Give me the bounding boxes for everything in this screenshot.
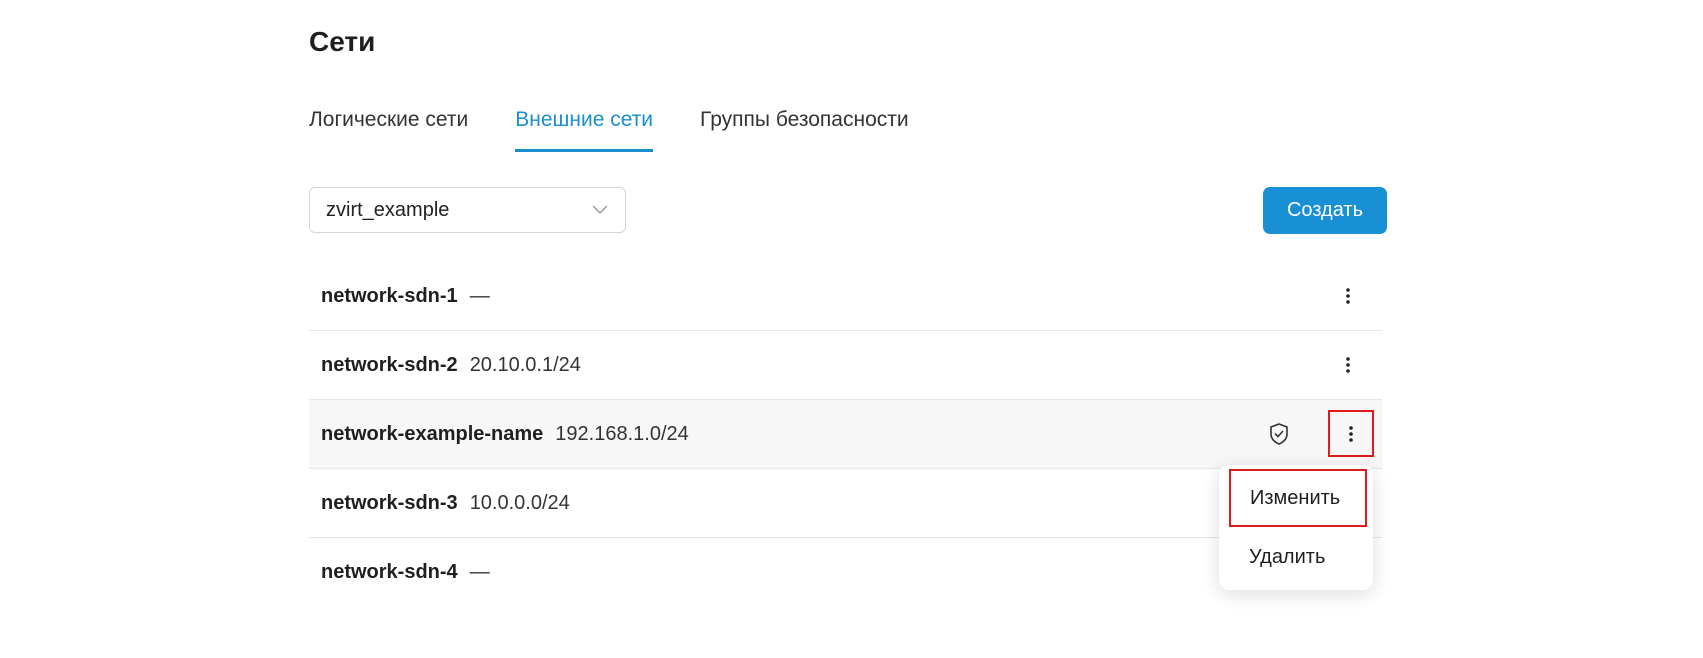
tab-bar: Логические сети Внешние сети Группы безо… xyxy=(309,104,956,154)
create-button[interactable]: Создать xyxy=(1263,187,1387,234)
network-cidr: 192.168.1.0/24 xyxy=(555,422,689,445)
network-cidr: — xyxy=(469,561,490,583)
network-name: network-sdn-4 xyxy=(321,561,458,583)
kebab-icon xyxy=(1346,288,1350,304)
more-actions-button[interactable] xyxy=(1328,410,1374,457)
network-name: network-sdn-3 xyxy=(321,491,458,514)
menu-item-delete[interactable]: Удалить xyxy=(1219,529,1373,585)
provider-select[interactable]: zvirt_example xyxy=(309,187,626,233)
network-name: network-example-name xyxy=(321,422,544,445)
context-menu: Изменить Удалить xyxy=(1219,465,1373,590)
kebab-icon xyxy=(1346,357,1350,373)
tab-logical-networks[interactable]: Логические сети xyxy=(309,104,468,152)
menu-item-edit[interactable]: Изменить xyxy=(1229,469,1367,527)
chevron-down-icon xyxy=(592,205,608,215)
network-cidr: — xyxy=(469,284,490,307)
page: Сети Логические сети Внешние сети Группы… xyxy=(0,0,1703,658)
tab-security-groups[interactable]: Группы безопасности xyxy=(700,104,909,152)
network-name: network-sdn-2 xyxy=(321,353,458,376)
more-actions-button[interactable] xyxy=(1336,351,1360,379)
page-title: Сети xyxy=(309,26,376,57)
more-actions-button[interactable] xyxy=(1336,282,1360,310)
shield-check-icon[interactable] xyxy=(1268,422,1290,446)
network-row[interactable]: network-example-name 192.168.1.0/24 xyxy=(309,400,1382,469)
network-row[interactable]: network-sdn-1 — xyxy=(309,262,1382,331)
network-cidr: 20.10.0.1/24 xyxy=(469,353,581,376)
kebab-icon xyxy=(1349,425,1353,442)
provider-select-value: zvirt_example xyxy=(326,198,450,221)
network-cidr: 10.0.0.0/24 xyxy=(469,491,570,514)
network-row[interactable]: network-sdn-2 20.10.0.1/24 xyxy=(309,331,1382,400)
tab-external-networks[interactable]: Внешние сети xyxy=(515,104,653,152)
network-name: network-sdn-1 xyxy=(321,284,458,307)
